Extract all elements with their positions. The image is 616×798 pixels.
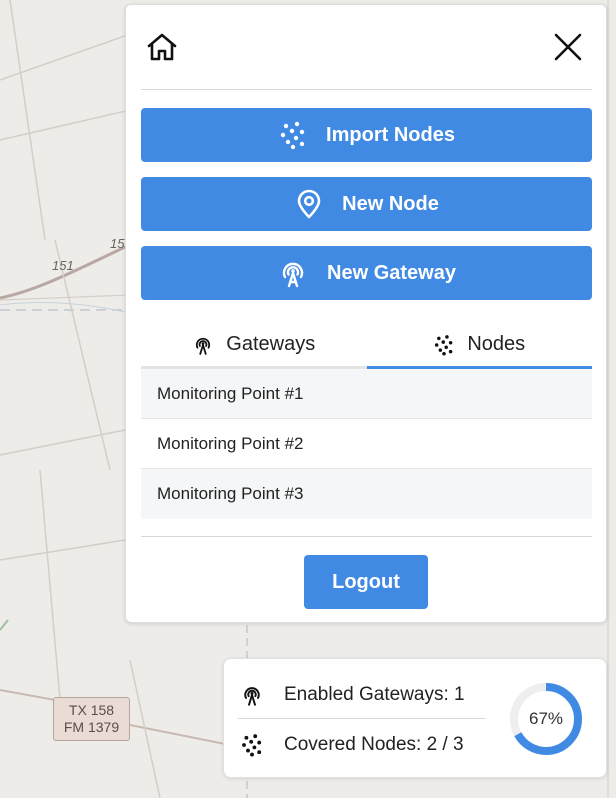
import-nodes-button[interactable]: Import Nodes: [141, 108, 592, 162]
tab-gateways[interactable]: Gateways: [141, 323, 367, 369]
new-gateway-label: New Gateway: [327, 261, 456, 284]
home-icon: [147, 33, 177, 61]
tab-bar: Gateways Nodes: [141, 323, 592, 369]
scatter-dots-icon: [280, 121, 305, 150]
road-label-15: 15: [110, 236, 125, 251]
logout-button[interactable]: Logout: [304, 555, 428, 609]
menu-panel: Import Nodes New Node New Gateway Gatewa…: [125, 4, 607, 623]
node-list: Monitoring Point #1 Monitoring Point #2 …: [141, 369, 592, 519]
enabled-gateways-text: Enabled Gateways: 1: [284, 684, 465, 705]
road-shield-line: FM 1379: [63, 719, 120, 735]
gateway-antenna-icon: [282, 262, 304, 288]
tab-gateways-label: Gateways: [226, 333, 316, 355]
gateway-icon: [244, 687, 260, 706]
list-item[interactable]: Monitoring Point #2: [141, 419, 592, 469]
tab-nodes[interactable]: Nodes: [366, 323, 592, 369]
close-icon: [554, 33, 582, 61]
nodes-icon: [242, 734, 262, 757]
new-node-label: New Node: [342, 192, 439, 215]
stats-divider: [238, 718, 486, 719]
new-node-button[interactable]: New Node: [141, 177, 592, 231]
list-item[interactable]: Monitoring Point #1: [141, 369, 592, 419]
coverage-stats-card: Enabled Gateways: 1 Covered Nodes: 2 / 3…: [223, 658, 607, 778]
covered-nodes-row: Covered Nodes: 2 / 3: [240, 733, 464, 757]
list-item[interactable]: Monitoring Point #3: [141, 469, 592, 519]
home-button[interactable]: [142, 27, 182, 67]
nodes-icon: [435, 334, 453, 356]
location-pin-icon: [297, 189, 321, 219]
tab-nodes-label: Nodes: [467, 333, 526, 355]
coverage-percent: 67%: [528, 709, 564, 728]
header-divider: [141, 89, 592, 90]
close-button[interactable]: [548, 27, 588, 67]
road-label-151: 151: [52, 258, 74, 273]
covered-nodes-text: Covered Nodes: 2 / 3: [284, 734, 464, 755]
new-gateway-button[interactable]: New Gateway: [141, 246, 592, 300]
enabled-gateways-row: Enabled Gateways: 1: [240, 683, 465, 707]
road-shield-line: TX 158: [68, 702, 115, 718]
road-shield: TX 158 FM 1379: [53, 697, 130, 741]
import-nodes-label: Import Nodes: [326, 123, 455, 146]
footer-divider: [141, 536, 592, 537]
gateway-icon: [196, 337, 211, 355]
